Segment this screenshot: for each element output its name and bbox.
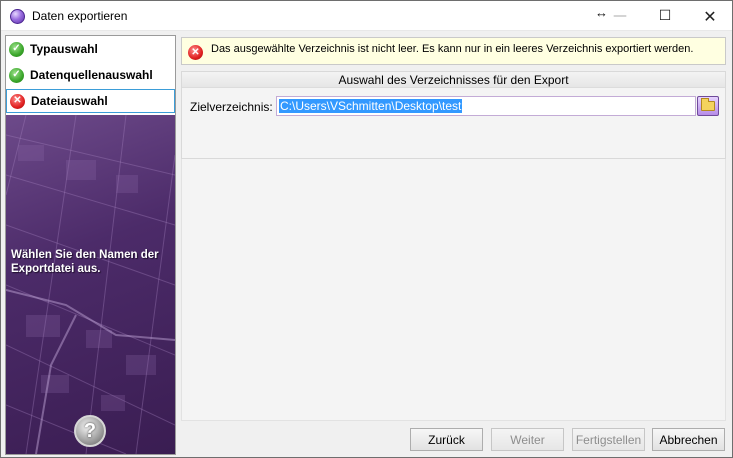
error-banner: ✕ Das ausgewählte Verzeichnis ist nicht … [181,37,726,65]
window-title: Daten exportieren [32,9,128,23]
target-directory-input[interactable]: C:\Users\VSchmitten\Desktop\test [276,96,696,116]
export-dialog: Daten exportieren ↔ — ☐ ✕ ✓ Typauswahl ✓… [0,0,733,458]
error-message: Das ausgewählte Verzeichnis ist nicht le… [211,43,694,55]
next-button[interactable]: Weiter [491,428,564,451]
step-label: Typauswahl [30,42,98,56]
main-content: ✕ Das ausgewählte Verzeichnis ist nicht … [179,35,727,421]
city-illustration: Wählen Sie den Namen der Exportdatei aus… [6,115,175,454]
close-button[interactable]: ✕ [687,1,732,31]
back-button[interactable]: Zurück [410,428,483,451]
folder-icon [701,98,715,111]
maximize-button[interactable]: ☐ [642,1,688,31]
step-label: Datenquellenauswahl [30,68,153,82]
finish-button[interactable]: Fertigstellen [572,428,645,451]
step-label: Dateiauswahl [31,94,108,108]
group-header: Auswahl des Verzeichnisses für den Expor… [182,72,725,88]
target-directory-value: C:\Users\VSchmitten\Desktop\test [279,99,463,113]
wizard-steps-panel: ✓ Typauswahl ✓ Datenquellenauswahl ✕ Dat… [5,35,176,455]
app-icon [10,9,25,24]
step-dateiauswahl[interactable]: ✕ Dateiauswahl [6,89,175,113]
step-typauswahl[interactable]: ✓ Typauswahl [6,36,175,62]
target-directory-label: Zielverzeichnis: [190,100,273,114]
cancel-button[interactable]: Abbrechen [652,428,725,451]
help-icon[interactable]: ? [74,415,106,447]
minimize-button[interactable]: — [597,1,643,31]
directory-selection-group: Auswahl des Verzeichnisses für den Expor… [181,71,726,159]
title-bar: Daten exportieren ↔ — ☐ ✕ [1,1,732,31]
error-icon: ✕ [10,93,25,109]
error-icon: ✕ [188,45,203,60]
check-icon: ✓ [9,67,24,83]
empty-content-area [181,159,726,421]
step-hint-text: Wählen Sie den Namen der Exportdatei aus… [11,249,159,275]
browse-folder-button[interactable] [697,96,719,116]
step-datenquellenauswahl[interactable]: ✓ Datenquellenauswahl [6,62,175,88]
check-icon: ✓ [9,41,24,57]
city-map-graphic [6,115,175,454]
